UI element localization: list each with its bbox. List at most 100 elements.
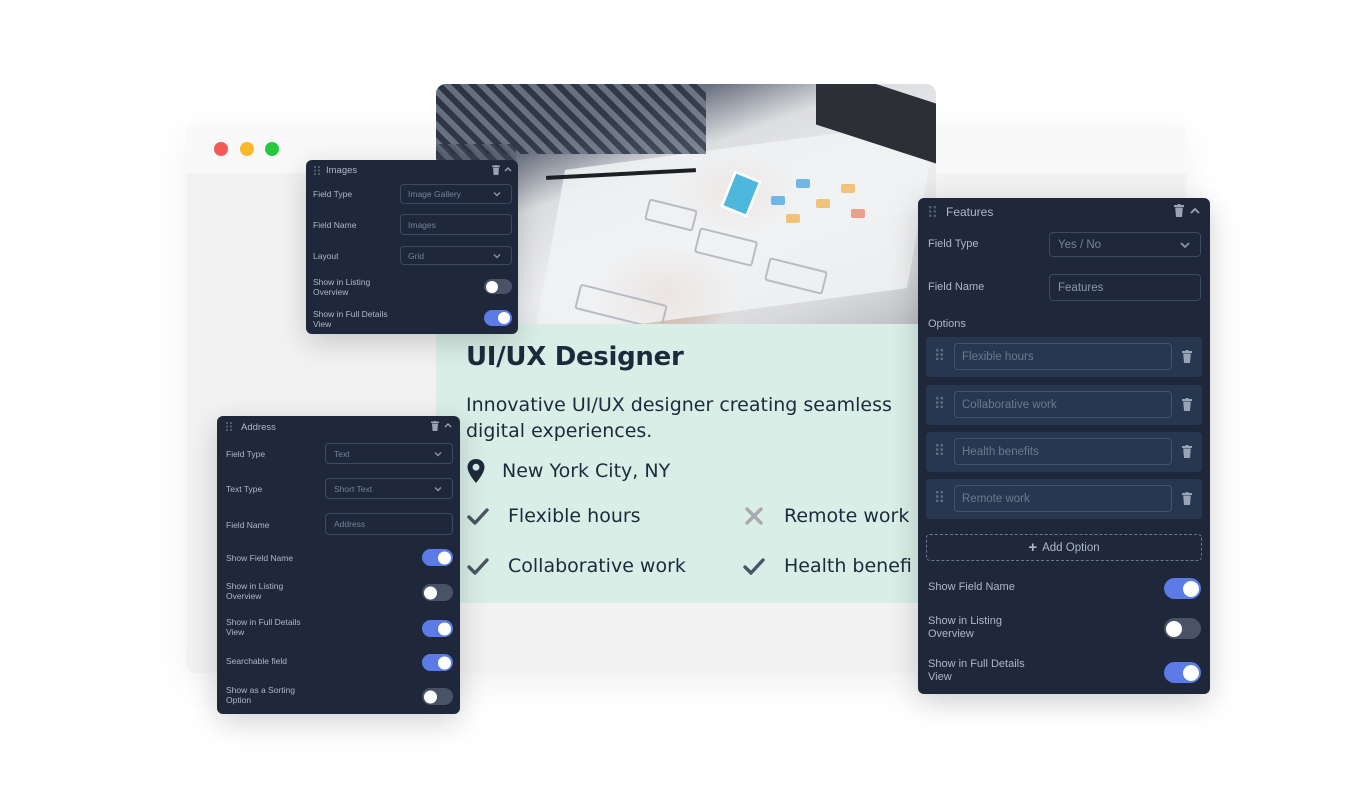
field-type-select[interactable]: Image Gallery (400, 184, 512, 204)
trash-icon[interactable] (1182, 492, 1192, 505)
chevron-up-icon[interactable] (504, 167, 512, 172)
toggle-knob (438, 622, 451, 635)
field-name-input[interactable]: Address (325, 513, 453, 535)
job-location: New York City, NY (466, 458, 670, 484)
show-in-full-details-toggle[interactable] (422, 620, 453, 637)
drag-handle-icon[interactable] (226, 422, 232, 431)
chevron-up-icon[interactable] (444, 423, 452, 428)
show-in-listing-overview-toggle[interactable] (484, 279, 512, 294)
show-in-full-details-toggle[interactable] (1164, 662, 1201, 683)
field-name-input[interactable]: Images (400, 214, 512, 235)
trash-icon[interactable] (1182, 350, 1192, 363)
minimize-window-button[interactable] (240, 142, 254, 156)
image-detail-swatch (771, 196, 785, 205)
option-input[interactable]: Collaborative work (954, 391, 1172, 418)
toggle-label-line: View (226, 627, 245, 638)
add-option-button[interactable]: + Add Option (926, 534, 1202, 561)
location-text: New York City, NY (502, 460, 671, 482)
feature-label: Flexible hours (508, 505, 641, 527)
image-detail-swatch (816, 199, 830, 208)
toggle-label-line: View (313, 319, 332, 330)
feature-label: Health benefi (784, 555, 912, 577)
trash-icon[interactable] (492, 165, 500, 175)
check-icon (743, 558, 765, 575)
address-field-panel: Address Field Type Text Text Type Short … (217, 416, 460, 714)
job-description-line: digital experiences. (466, 420, 653, 442)
field-type-value: Yes / No (1058, 238, 1102, 251)
drag-handle-icon[interactable] (936, 397, 943, 408)
toggle-label: Show as a Sorting Option (226, 685, 295, 705)
toggle-label-line: Overview (928, 628, 974, 641)
option-input[interactable]: Remote work (954, 485, 1172, 512)
chevron-down-icon (434, 451, 442, 456)
panel-title: Images (326, 165, 358, 176)
toggle-label: Show Field Name (928, 581, 1015, 594)
drag-handle-icon[interactable] (936, 491, 943, 502)
option-placeholder: Collaborative work (962, 398, 1057, 411)
toggle-knob (1166, 620, 1182, 637)
option-placeholder: Flexible hours (962, 350, 1034, 363)
field-name-input[interactable]: Features (1049, 274, 1201, 301)
toggle-label-line: Show in Full Details (226, 617, 301, 627)
show-as-sorting-option-toggle[interactable] (422, 688, 453, 705)
show-in-listing-overview-toggle[interactable] (422, 584, 453, 601)
drag-handle-icon[interactable] (936, 349, 943, 360)
option-input[interactable]: Health benefits (954, 438, 1172, 465)
feature-item: Health benefi (742, 554, 912, 578)
trash-icon[interactable] (431, 421, 439, 431)
layout-select[interactable]: Grid (400, 246, 512, 265)
trash-icon[interactable] (1174, 204, 1184, 217)
close-window-button[interactable] (214, 142, 228, 156)
text-type-select[interactable]: Short Text (325, 478, 453, 499)
searchable-field-toggle[interactable] (422, 654, 453, 671)
trash-icon[interactable] (1182, 398, 1192, 411)
toggle-label-line: Option (226, 695, 252, 706)
field-type-select[interactable]: Yes / No (1049, 232, 1201, 257)
feature-item: Collaborative work (466, 554, 686, 578)
job-description-line: Innovative UI/UX designer creating seaml… (466, 394, 892, 416)
toggle-label-line: Show in Full Details (928, 658, 1025, 670)
x-icon (745, 507, 763, 525)
show-in-full-details-toggle[interactable] (484, 310, 512, 326)
chevron-down-icon (434, 486, 442, 491)
drag-handle-icon[interactable] (929, 206, 936, 217)
toggle-label: Show in Listing Overview (313, 277, 370, 297)
option-input[interactable]: Flexible hours (954, 343, 1172, 370)
field-name-value: Features (1058, 281, 1104, 294)
chevron-up-icon[interactable] (1190, 208, 1200, 214)
drag-handle-icon[interactable] (936, 444, 943, 455)
field-name-placeholder: Address (334, 519, 366, 529)
field-name-label: Field Name (313, 220, 357, 230)
listing-body: UI/UX Designer Innovative UI/UX designer… (436, 324, 936, 603)
job-description: Innovative UI/UX designer creating seaml… (466, 392, 936, 444)
trash-icon[interactable] (1182, 445, 1192, 458)
layout-value: Grid (408, 250, 425, 261)
show-field-name-toggle[interactable] (422, 549, 453, 566)
layout-label: Layout (313, 251, 339, 261)
plus-icon: + (1028, 539, 1038, 556)
maximize-window-button[interactable] (265, 142, 279, 156)
field-name-placeholder: Images (408, 219, 436, 230)
chevron-down-icon (1180, 241, 1190, 248)
toggle-knob (438, 551, 451, 564)
image-detail-swatch (796, 179, 810, 188)
field-type-value: Text (334, 448, 350, 459)
toggle-label-line: Show Field Name (928, 581, 1015, 593)
check-icon (467, 508, 489, 525)
show-in-listing-overview-toggle[interactable] (1164, 618, 1201, 639)
feature-item: Remote work (742, 504, 909, 528)
field-type-select[interactable]: Text (325, 443, 453, 464)
text-type-value: Short Text (334, 483, 373, 494)
toggle-label: Show in Full Details View (226, 617, 301, 637)
field-name-label: Field Name (226, 520, 270, 530)
images-field-panel: Images Field Type Image Gallery Field Na… (306, 160, 518, 334)
chevron-down-icon (493, 192, 501, 197)
toggle-label: Show in Full Details View (928, 658, 1025, 684)
options-label: Options (928, 318, 966, 330)
toggle-label-line: Show Field Name (226, 553, 294, 563)
drag-handle-icon[interactable] (314, 166, 320, 175)
toggle-label: Searchable field (226, 656, 287, 666)
toggle-knob (424, 690, 437, 703)
toggle-knob (424, 586, 437, 599)
show-field-name-toggle[interactable] (1164, 578, 1201, 599)
